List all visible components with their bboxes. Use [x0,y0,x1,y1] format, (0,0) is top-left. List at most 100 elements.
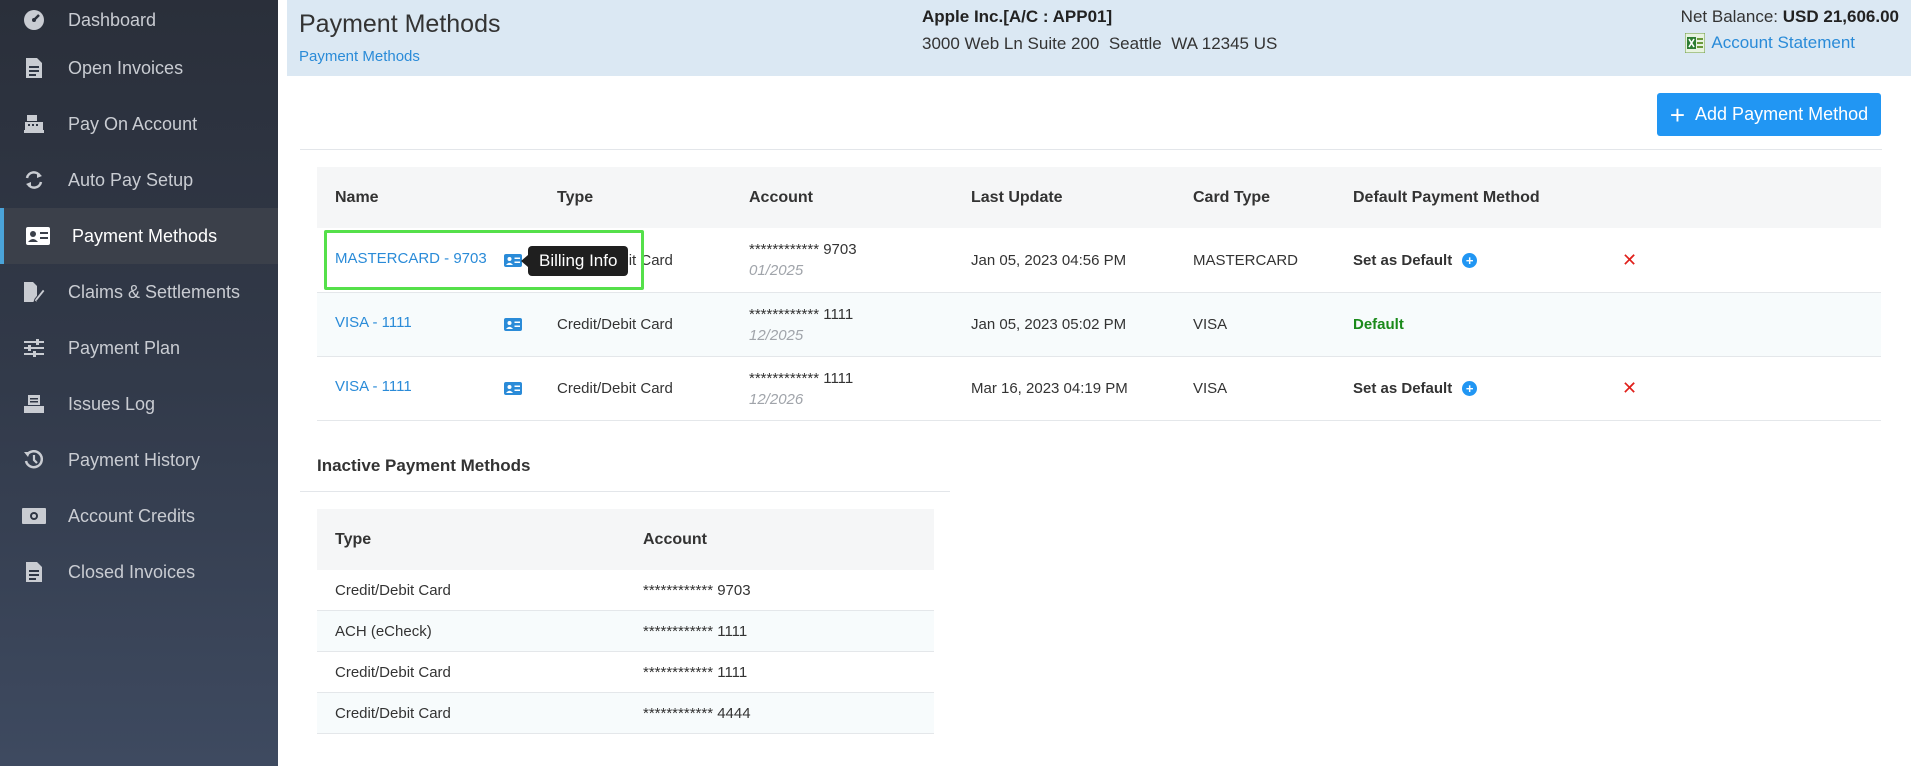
net-balance-value: USD 21,606.00 [1782,7,1899,26]
sync-icon [22,168,46,192]
history-icon [22,448,46,472]
last-update: Jan 05, 2023 05:02 PM [971,316,1127,333]
table-header: Type Account [317,509,934,570]
column-header-account: Account [643,530,707,548]
cash-register-icon [22,112,46,136]
document-icon [22,560,46,584]
card-type: VISA [1193,380,1228,397]
billing-info-icon[interactable] [504,357,522,420]
payment-type: Credit/Debit Card [335,663,451,681]
column-header-type: Type [335,530,372,548]
table-row: Credit/Debit Card ************ 1111 [317,652,934,693]
set-as-default-button[interactable]: Set as Default + [1353,228,1478,292]
add-payment-method-label: Add Payment Method [1695,104,1869,124]
sidebar-item-label: Payment Plan [68,337,181,358]
account-cell: ************ 1111 12/2025 [749,293,853,356]
set-as-default-label: Set as Default [1353,251,1453,269]
sidebar: Dashboard Open Invoices Pay On Account A… [0,0,278,766]
inactive-section-title: Inactive Payment Methods [317,456,531,475]
payment-method-name-link[interactable]: MASTERCARD - 9703 [335,228,487,288]
sidebar-item-payment-methods[interactable]: Payment Methods [0,208,278,264]
sliders-icon [22,336,46,360]
payment-type: Credit/Debit Card [335,581,451,599]
set-as-default-button[interactable]: Set as Default + [1353,357,1478,420]
divider [300,149,1882,150]
page-header: Payment Methods Payment Methods Apple In… [287,0,1911,76]
payment-method-name-link[interactable]: VISA - 1111 [335,293,412,351]
close-icon: ✕ [1622,378,1638,398]
sidebar-item-label: Open Invoices [68,57,184,78]
sidebar-item-payment-history[interactable]: Payment History [0,432,278,488]
close-icon: ✕ [1622,249,1638,270]
inbox-icon [22,392,46,416]
account-number: ************ 1111 [643,663,748,681]
column-header-card-type: Card Type [1193,188,1271,206]
billing-info-tooltip: Billing Info [520,246,629,276]
sidebar-item-closed-invoices[interactable]: Closed Invoices [0,544,278,600]
invoice-icon [22,56,46,80]
sidebar-item-account-credits[interactable]: Account Credits [0,488,278,544]
table-row: VISA - 1111 Credit/Debit Card **********… [317,357,1881,421]
delete-button[interactable]: ✕ [1622,228,1637,292]
billing-info-icon[interactable] [504,228,522,292]
account-statement-link[interactable]: Account Statement [1684,32,1855,54]
payment-method-name-link[interactable]: VISA - 1111 [335,357,412,415]
default-status: Default [1353,316,1404,333]
column-header-last-update: Last Update [971,188,1063,206]
dashboard-icon [22,8,46,32]
sidebar-item-auto-pay-setup[interactable]: Auto Pay Setup [0,152,278,208]
card-type: VISA [1193,316,1228,333]
billing-info-icon[interactable] [504,293,522,356]
plus-circle-icon: + [1462,381,1478,396]
sidebar-item-label: Dashboard [68,9,157,30]
account-number: ************ 1111 [749,369,854,387]
payment-type: ACH (eCheck) [335,622,432,640]
expiry-date: 12/2025 [749,326,804,344]
net-balance-label: Net Balance: [1680,7,1779,26]
account-cell: ************ 9703 01/2025 [749,228,857,292]
company-address: 3000 Web Ln Suite 200 Seattle WA 12345 U… [922,34,1278,53]
column-header-name: Name [335,188,379,206]
sidebar-item-label: Closed Invoices [68,561,196,582]
divider [300,491,950,492]
sidebar-item-claims-settlements[interactable]: Claims & Settlements [0,264,278,320]
plus-icon: + [1669,99,1686,130]
expiry-date: 12/2026 [749,390,804,408]
inactive-payment-methods-table: Type Account Credit/Debit Card *********… [317,509,934,734]
money-bill-icon [22,504,46,528]
sidebar-item-label: Pay On Account [68,113,198,134]
sidebar-item-label: Account Credits [68,505,196,526]
breadcrumb[interactable]: Payment Methods [299,48,420,65]
column-header-account: Account [749,188,813,206]
sidebar-item-dashboard[interactable]: Dashboard [0,0,278,40]
table-row: ACH (eCheck) ************ 1111 [317,611,934,652]
sidebar-item-label: Auto Pay Setup [68,169,194,190]
file-edit-icon [22,280,46,304]
sidebar-item-issues-log[interactable]: Issues Log [0,376,278,432]
sidebar-item-label: Issues Log [68,393,156,414]
table-row: Credit/Debit Card ************ 9703 [317,570,934,611]
account-statement-label: Account Statement [1711,33,1855,52]
sidebar-item-label: Payment Methods [72,225,218,246]
net-balance: Net Balance: USD 21,606.00 [1681,7,1899,27]
card-type: MASTERCARD [1193,251,1299,269]
account-cell: ************ 1111 12/2026 [749,357,853,420]
sidebar-item-pay-on-account[interactable]: Pay On Account [0,96,278,152]
column-header-type: Type [557,188,594,206]
add-payment-method-button[interactable]: + Add Payment Method [1657,93,1881,136]
id-card-icon [26,224,50,248]
set-as-default-label: Set as Default [1353,380,1453,397]
sidebar-item-label: Payment History [68,449,201,470]
last-update: Mar 16, 2023 04:19 PM [971,380,1128,397]
sidebar-item-open-invoices[interactable]: Open Invoices [0,40,278,96]
column-header-default: Default Payment Method [1353,188,1540,206]
sidebar-item-payment-plan[interactable]: Payment Plan [0,320,278,376]
delete-button[interactable]: ✕ [1622,357,1637,420]
expiry-date: 01/2025 [749,262,804,279]
plus-circle-icon: + [1462,252,1478,268]
account-number: ************ 1111 [749,305,854,323]
table-row: VISA - 1111 Credit/Debit Card **********… [317,293,1881,357]
company-name: Apple Inc.[A/C : APP01] [922,7,1113,26]
payment-methods-table: Name Type Account Last Update Card Type … [317,167,1881,421]
payment-type: Credit/Debit Card [557,380,673,397]
